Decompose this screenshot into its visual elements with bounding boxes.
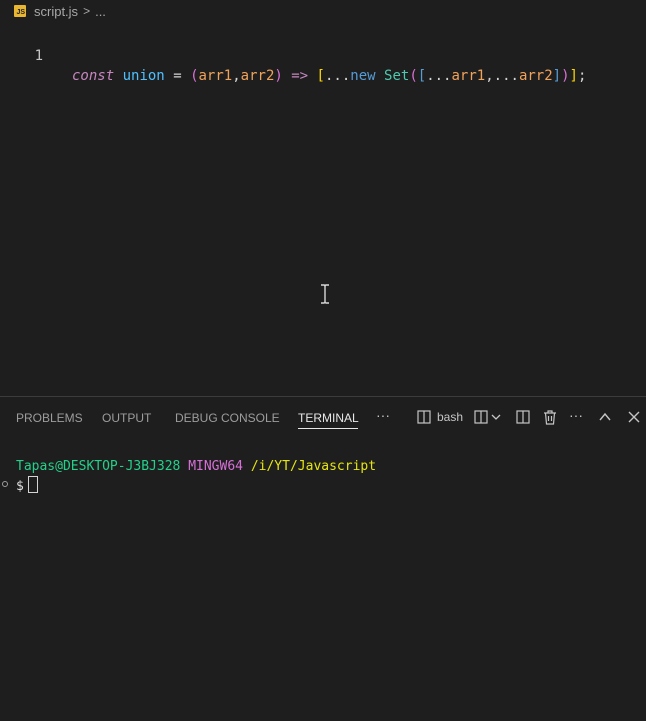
more-actions-icon[interactable]: ··· (569, 406, 583, 424)
maximize-panel-button[interactable] (598, 408, 612, 426)
tab-terminal[interactable]: TERMINAL (298, 410, 359, 426)
paren-open: ( (190, 68, 199, 84)
paren-close-2: ) (561, 68, 570, 84)
spread-operator-2: ... (426, 68, 452, 84)
chevron-down-icon (491, 414, 501, 420)
paren-close: ) (274, 68, 283, 84)
tab-output[interactable]: OUTPUT (102, 410, 151, 426)
bracket-close-2: ] (552, 68, 562, 84)
tab-problems[interactable]: PROBLEMS (16, 410, 83, 426)
terminal-cursor (27, 476, 38, 493)
panel-tabs: PROBLEMS OUTPUT DEBUG CONSOLE TERMINAL ·… (0, 397, 646, 435)
split-terminal-dropdown[interactable] (474, 408, 501, 426)
terminal-input-line[interactable]: $ (16, 476, 38, 496)
bracket-close: ] (569, 68, 578, 84)
operator-assign: = (173, 68, 182, 84)
line-number: 1 (34, 48, 43, 64)
split-terminal-button[interactable] (516, 408, 530, 426)
arg-arr2: arr2 (518, 68, 553, 84)
javascript-file-icon: JS (14, 5, 26, 17)
semicolon: ; (577, 68, 587, 84)
identifier-union: union (122, 68, 165, 84)
param-arr1: arr1 (198, 68, 233, 84)
comma-2: , (485, 68, 494, 84)
terminal-path: /i/YT/Javascript (250, 459, 377, 474)
comma: , (232, 68, 241, 84)
class-set: Set (384, 68, 410, 84)
terminal-icon (417, 410, 431, 424)
arrow-operator: => (291, 68, 309, 84)
more-tabs-icon[interactable]: ··· (376, 406, 390, 424)
terminal-user-host: Tapas@DESKTOP-J3BJ328 (16, 459, 181, 474)
spread-operator-3: ... (493, 68, 519, 84)
text-cursor-icon (321, 284, 329, 304)
terminal-shell-selector[interactable]: bash (417, 408, 463, 426)
breadcrumb-symbols[interactable]: ... (95, 4, 106, 19)
bottom-panel: PROBLEMS OUTPUT DEBUG CONSOLE TERMINAL ·… (0, 396, 646, 721)
keyword-new: new (350, 68, 376, 84)
chevron-right-icon: > (83, 4, 91, 18)
code-editor[interactable]: 1 const union = (arr1,arr2) => [...new S… (0, 22, 646, 396)
terminal-prompt: $ (16, 479, 24, 494)
terminal-prompt-info: Tapas@DESKTOP-J3BJ328 MINGW64 /i/YT/Java… (16, 457, 376, 476)
tab-debug-console[interactable]: DEBUG CONSOLE (175, 410, 280, 426)
param-arr2: arr2 (240, 68, 275, 84)
arg-arr1: arr1 (451, 68, 486, 84)
code-line[interactable]: 1 const union = (arr1,arr2) => [...new S… (0, 26, 646, 84)
trash-icon (544, 409, 556, 425)
code-text[interactable]: const union = (arr1,arr2) => [...new Set… (72, 66, 586, 86)
bracket-open: [ (316, 68, 325, 84)
paren-open-2: ( (409, 68, 418, 84)
terminal-env: MINGW64 (188, 459, 243, 474)
split-icon (474, 410, 488, 424)
spread-operator: ... (324, 68, 351, 84)
kill-terminal-button[interactable] (543, 408, 557, 426)
split-editor-icon (516, 410, 530, 424)
active-tab-indicator (298, 428, 358, 429)
keyword-const: const (72, 68, 115, 84)
shell-label: bash (437, 410, 464, 424)
breadcrumb-file[interactable]: script.js (34, 4, 78, 19)
close-panel-button[interactable] (628, 408, 640, 426)
bracket-open-2: [ (417, 68, 427, 84)
breadcrumb: JS script.js > ... (0, 0, 646, 22)
command-decoration-icon (2, 481, 8, 487)
chevron-up-icon (599, 412, 611, 421)
close-icon (628, 411, 640, 423)
